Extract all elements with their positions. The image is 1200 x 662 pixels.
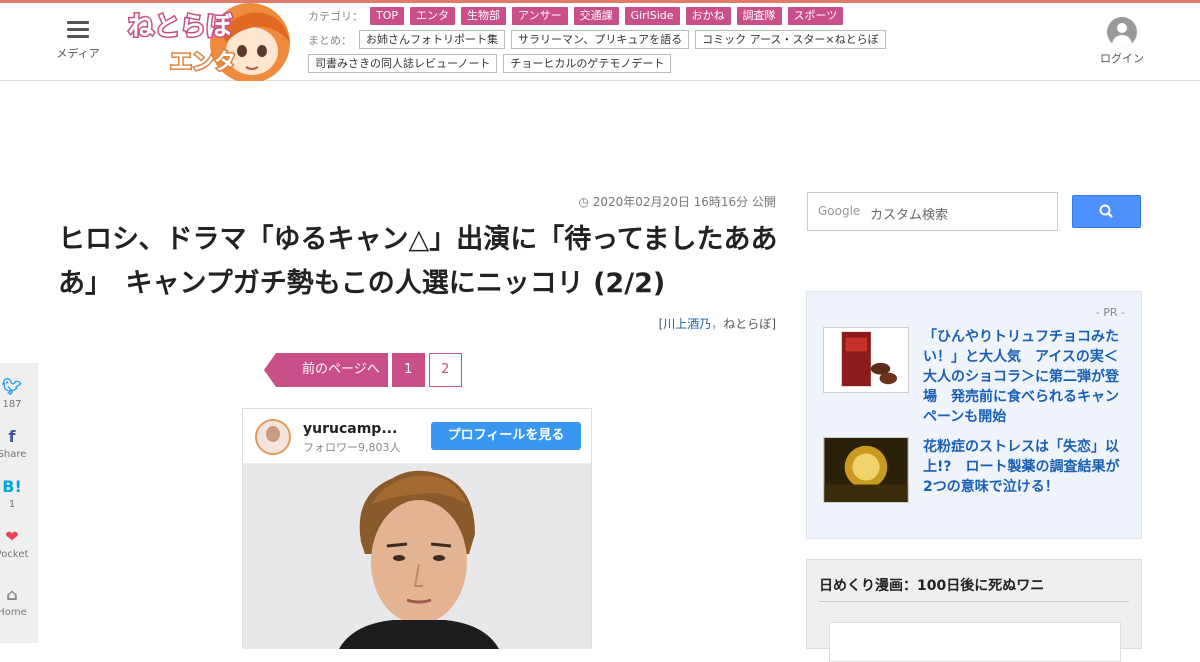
home-label: Home [0,607,27,618]
category-chousatai[interactable]: 調査隊 [736,7,782,25]
pr-label: - PR - [1095,306,1125,319]
media-menu-button[interactable]: メディア [52,21,104,61]
hatena-share-button[interactable]: B! 1 [0,477,38,510]
home-button[interactable]: ⌂ Home [0,585,38,618]
matome-link[interactable]: お姉さんフォトリポート集 [359,30,505,49]
author-link[interactable]: 川上酒乃 [663,317,711,331]
search-input[interactable]: Google カスタム検索 [807,192,1058,231]
matome-nav: まとめ： お姉さんフォトリポート集 サラリーマン、プリキュアを語る コミック ア… [308,30,892,49]
category-sports[interactable]: スポーツ [787,7,844,25]
manga-card[interactable] [829,622,1121,662]
category-koutsuka[interactable]: 交通課 [573,7,619,25]
instagram-header: yurucamp... フォロワー9,803人 プロフィールを見る [243,409,591,464]
publish-date: ◷ 2020年02月20日 16時16分 公開 [578,195,776,209]
category-seibutsubu[interactable]: 生物部 [461,7,507,25]
home-icon: ⌂ [6,585,18,604]
instagram-avatar[interactable] [255,419,291,455]
matome-nav-row2: 司書みさきの同人誌レビューノート チョーヒカルのゲテモノデート [308,54,677,73]
twitter-count: 187 [2,399,22,410]
manga-widget: 日めくり漫画：100日後に死ぬワニ [806,559,1142,662]
media-menu-label: メディア [56,47,100,60]
pr-link[interactable]: 「ひんやりトリュフチョコみたい！」と大人気 アイスの実＜大人のショコラ＞に第二弾… [923,327,1128,427]
hamburger-icon [67,21,89,39]
instagram-username[interactable]: yurucamp... [303,421,397,437]
matome-link[interactable]: サラリーマン、プリキュアを語る [511,30,690,49]
matome-link[interactable]: チョーヒカルのゲテモノデート [503,54,672,73]
pagination: 前のページへ 1 2 [264,353,462,387]
login-label: ログイン [1100,52,1144,65]
pr-box: - PR - 「ひんやりトリュフチョコみたい！」と大人気 アイスの実＜大人のショ… [806,291,1142,539]
hatena-count: 1 [8,499,16,510]
hatena-icon: B! [2,477,22,496]
pr-item[interactable]: 花粉症のストレスは「失恋」以上!? ロート製薬の調査結果が2つの意味で泣ける！ [823,437,1128,503]
twitter-share-button[interactable]: 🐦︎ 187 [0,377,38,410]
pr-thumbnail[interactable] [823,437,909,503]
site-logo[interactable]: ねとらぼ エンタ [126,3,302,81]
facebook-count: Share [0,449,27,460]
instagram-followers: フォロワー9,803人 [303,441,401,454]
pocket-share-button[interactable]: ❤︎ Pocket [0,527,38,560]
site-name: ねとらぼ [723,317,772,331]
instagram-embed: yurucamp... フォロワー9,803人 プロフィールを見る [242,408,592,649]
search-icon [1099,204,1113,218]
category-label: カテゴリ： [308,10,363,23]
twitter-icon: 🐦︎ [1,377,23,396]
article-title: ヒロシ、ドラマ「ゆるキャン△」出演に「待ってましたあああ」 キャンプガチ勢もこの… [58,224,778,299]
svg-text:ねとらぼ: ねとらぼ [128,11,233,41]
byline-separator: ， [711,317,724,331]
page-1-link[interactable]: 1 [391,353,425,387]
instagram-photo[interactable] [243,464,591,649]
matome-link[interactable]: コミック アース・スター×ねとらぼ [695,30,886,49]
category-nav: カテゴリ： TOP エンタ 生物部 アンサー 交通課 GirlSide おかね … [308,7,849,25]
share-bar: 🐦︎ 187 f Share B! 1 ❤︎ Pocket ⌂ Home [0,363,38,643]
view-profile-button[interactable]: プロフィールを見る [431,422,581,450]
category-answer[interactable]: アンサー [512,7,568,25]
divider [819,601,1129,602]
pocket-label: Pocket [0,549,29,560]
pocket-icon: ❤︎ [5,527,19,546]
matome-link[interactable]: 司書みさきの同人誌レビューノート [308,54,498,73]
google-label: Google [818,204,861,218]
prev-page-button[interactable]: 前のページへ [264,353,388,387]
site-header: メディア ねとらぼ エンタ カテゴリ： TOP エンタ 生物部 アンサー 交通課… [0,3,1200,81]
category-enta[interactable]: エンタ [410,7,456,25]
facebook-share-button[interactable]: f Share [0,427,38,460]
pr-thumbnail[interactable] [823,327,909,393]
matome-label: まとめ： [308,33,352,47]
search-placeholder: カスタム検索 [870,208,949,223]
category-top[interactable]: TOP [370,7,405,25]
manga-title[interactable]: 日めくり漫画：100日後に死ぬワニ [819,575,1044,595]
svg-text:エンタ: エンタ [170,49,236,74]
category-okane[interactable]: おかね [685,7,731,25]
pr-item[interactable]: 「ひんやりトリュフチョコみたい！」と大人気 アイスの実＜大人のショコラ＞に第二弾… [823,327,1128,427]
category-girlside[interactable]: GirlSide [624,7,680,25]
login-button[interactable]: ログイン [1096,17,1148,66]
search-button[interactable] [1072,195,1141,228]
byline: [川上酒乃，ねとらぼ] [658,317,776,331]
facebook-icon: f [8,427,16,446]
pr-link[interactable]: 花粉症のストレスは「失恋」以上!? ロート製薬の調査結果が2つの意味で泣ける！ [923,437,1128,503]
clock-icon: ◷ [578,195,593,209]
user-icon [1107,17,1137,47]
page-2-link[interactable]: 2 [428,353,462,387]
